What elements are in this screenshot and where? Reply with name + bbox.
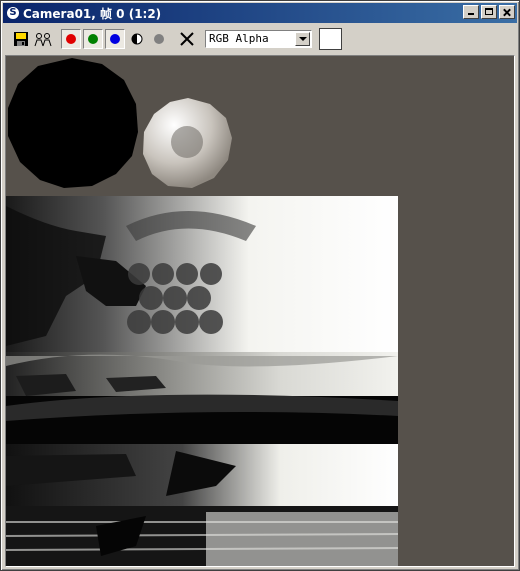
blue-dot-icon <box>110 34 120 44</box>
save-button[interactable] <box>11 29 31 49</box>
channel-select-value: RGB Alpha <box>209 32 269 45</box>
frame-window: S Camera01, 帧 0 (1:2) RGB Alpha <box>0 0 520 571</box>
clone-window-button[interactable] <box>33 29 53 49</box>
color-swatch[interactable] <box>319 28 342 50</box>
gray-dot-icon <box>154 34 164 44</box>
clone-window-icon <box>34 33 52 47</box>
red-dot-icon <box>66 34 76 44</box>
alpha-channel-toggle[interactable] <box>149 29 169 49</box>
rendered-frame-image <box>6 58 399 566</box>
clear-button[interactable] <box>177 29 197 49</box>
app-logo-icon: S <box>6 6 20 20</box>
green-dot-icon <box>88 34 98 44</box>
chevron-down-icon[interactable] <box>295 32 310 46</box>
black-sphere <box>8 58 138 188</box>
environment-render <box>6 196 399 566</box>
green-channel-toggle[interactable] <box>83 29 103 49</box>
render-viewport[interactable] <box>5 55 515 567</box>
monochrome-toggle[interactable] <box>127 29 147 49</box>
red-channel-toggle[interactable] <box>61 29 81 49</box>
channel-select[interactable]: RGB Alpha <box>205 30 312 48</box>
window-title: Camera01, 帧 0 (1:2) <box>23 6 162 21</box>
minimize-button[interactable] <box>463 5 479 19</box>
blue-channel-toggle[interactable] <box>105 29 125 49</box>
title-bar[interactable]: S Camera01, 帧 0 (1:2) <box>3 3 517 23</box>
half-circle-icon <box>131 33 143 45</box>
title-buttons <box>461 5 515 19</box>
save-icon <box>14 32 28 46</box>
maximize-button[interactable] <box>481 5 497 19</box>
close-button[interactable] <box>499 5 515 19</box>
toolbar: RGB Alpha <box>3 25 517 55</box>
clear-x-icon <box>180 32 194 46</box>
